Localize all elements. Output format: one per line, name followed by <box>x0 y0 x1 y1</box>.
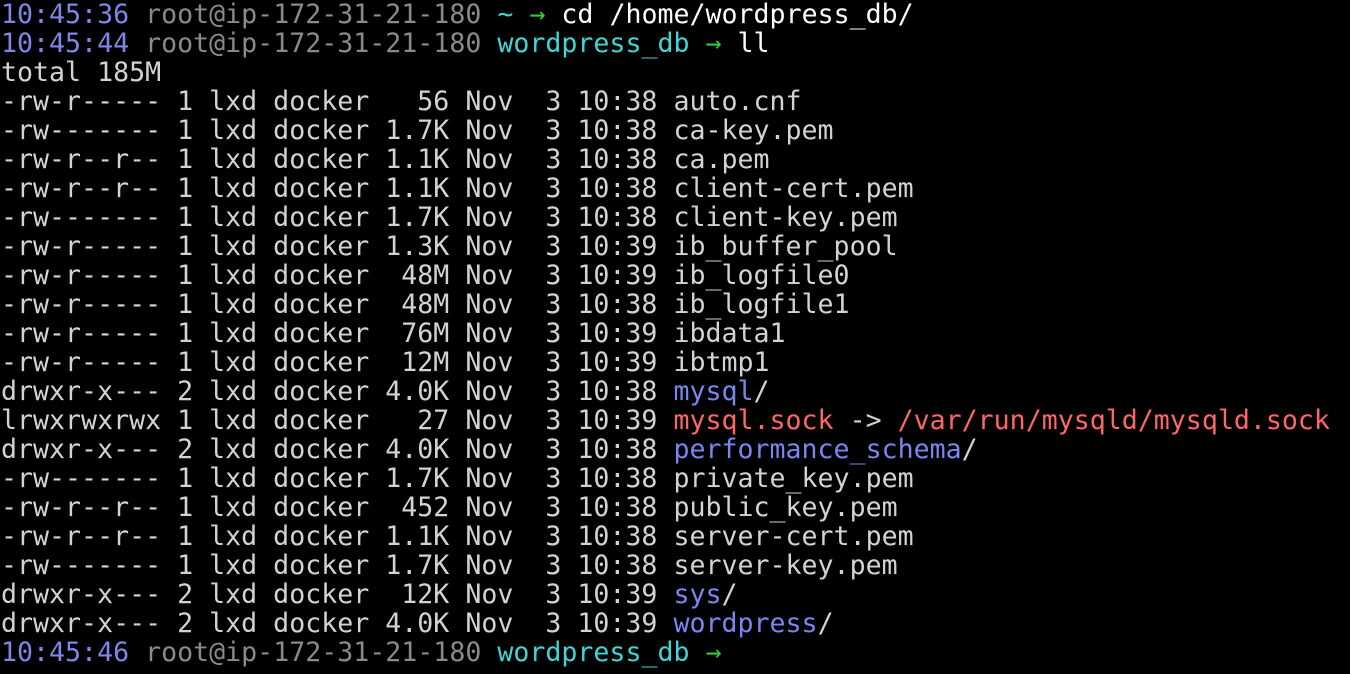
file-meta: -rw-r----- 1 lxd docker 76M Nov 3 10:39 <box>1 318 674 349</box>
listing-row: -rw-r----- 1 lxd docker 48M Nov 3 10:38 … <box>0 290 1350 319</box>
prompt-arrow-icon: → <box>705 637 722 668</box>
prompt-cwd: ~ <box>497 0 514 30</box>
file-meta: lrwxrwxrwx 1 lxd docker 27 Nov 3 10:39 <box>1 405 674 436</box>
listing-row: -rw-r--r-- 1 lxd docker 1.1K Nov 3 10:38… <box>0 174 1350 203</box>
terminal-window[interactable]: 10:45:36 root@ip-172-31-21-180 ~ → cd /h… <box>0 0 1350 674</box>
listing-row: drwxr-x--- 2 lxd docker 4.0K Nov 3 10:38… <box>0 377 1350 406</box>
file-name: ib_logfile0 <box>673 260 850 291</box>
file-name: public_key.pem <box>673 492 898 523</box>
listing-row: -rw------- 1 lxd docker 1.7K Nov 3 10:38… <box>0 116 1350 145</box>
listing-row: -rw------- 1 lxd docker 1.7K Nov 3 10:38… <box>0 203 1350 232</box>
directory-slash: / <box>753 376 770 407</box>
listing-row: -rw------- 1 lxd docker 1.7K Nov 3 10:38… <box>0 551 1350 580</box>
symlink-name: mysql.sock <box>673 405 834 436</box>
listing-row: -rw-r--r-- 1 lxd docker 1.1K Nov 3 10:38… <box>0 522 1350 551</box>
directory-name: sys <box>673 579 722 610</box>
file-name: ca.pem <box>673 144 770 175</box>
listing-row: drwxr-x--- 2 lxd docker 4.0K Nov 3 10:38… <box>0 435 1350 464</box>
file-meta: -rw------- 1 lxd docker 1.7K Nov 3 10:38 <box>1 202 674 233</box>
listing-row: lrwxrwxrwx 1 lxd docker 27 Nov 3 10:39 m… <box>0 406 1350 435</box>
file-name: ibtmp1 <box>673 347 770 378</box>
file-name: client-cert.pem <box>673 173 914 204</box>
directory-name: mysql <box>673 376 754 407</box>
file-meta: drwxr-x--- 2 lxd docker 12K Nov 3 10:39 <box>1 579 674 610</box>
symlink-arrow: -> <box>833 405 898 436</box>
file-name: server-key.pem <box>673 550 898 581</box>
prompt-cwd: wordpress_db <box>497 637 690 668</box>
file-meta: drwxr-x--- 2 lxd docker 4.0K Nov 3 10:38 <box>1 376 674 407</box>
listing-total: total 185M <box>1 57 162 88</box>
file-name: private_key.pem <box>673 463 914 494</box>
listing-row: -rw-r----- 1 lxd docker 76M Nov 3 10:39 … <box>0 319 1350 348</box>
listing-row: -rw-r----- 1 lxd docker 56 Nov 3 10:38 a… <box>0 87 1350 116</box>
file-meta: -rw-r----- 1 lxd docker 48M Nov 3 10:39 <box>1 260 674 291</box>
listing-row: -rw------- 1 lxd docker 1.7K Nov 3 10:38… <box>0 464 1350 493</box>
file-meta: -rw-r--r-- 1 lxd docker 452 Nov 3 10:38 <box>1 492 674 523</box>
file-meta: -rw-r--r-- 1 lxd docker 1.1K Nov 3 10:38 <box>1 521 674 552</box>
symlink-target: /var/run/mysqld/mysqld.sock <box>897 405 1330 436</box>
file-meta: -rw-r----- 1 lxd docker 1.3K Nov 3 10:39 <box>1 231 674 262</box>
file-name: ca-key.pem <box>673 115 834 146</box>
prompt-host: root@ip-172-31-21-180 <box>145 28 482 59</box>
file-name: ib_buffer_pool <box>673 231 898 262</box>
file-meta: -rw------- 1 lxd docker 1.7K Nov 3 10:38 <box>1 463 674 494</box>
file-name: ibdata1 <box>673 318 786 349</box>
prompt-command: ll <box>737 28 770 59</box>
file-meta: -rw-r--r-- 1 lxd docker 1.1K Nov 3 10:38 <box>1 173 674 204</box>
prompt-arrow-icon: → <box>705 28 722 59</box>
listing-row: -rw-r----- 1 lxd docker 12M Nov 3 10:39 … <box>0 348 1350 377</box>
directory-slash: / <box>817 608 834 639</box>
listing-row: -rw-r----- 1 lxd docker 1.3K Nov 3 10:39… <box>0 232 1350 261</box>
file-meta: drwxr-x--- 2 lxd docker 4.0K Nov 3 10:39 <box>1 608 674 639</box>
directory-listing: -rw-r----- 1 lxd docker 56 Nov 3 10:38 a… <box>0 87 1350 638</box>
directory-name: performance_schema <box>673 434 962 465</box>
prompt-time: 10:45:44 <box>1 28 130 59</box>
file-meta: -rw------- 1 lxd docker 1.7K Nov 3 10:38 <box>1 115 674 146</box>
prompt-line-active[interactable]: 10:45:46 root@ip-172-31-21-180 wordpress… <box>0 638 1350 667</box>
prompt-command: cd /home/wordpress_db/ <box>561 0 914 30</box>
file-meta: -rw-r----- 1 lxd docker 12M Nov 3 10:39 <box>1 347 674 378</box>
directory-name: wordpress <box>673 608 818 639</box>
file-name: client-key.pem <box>673 202 898 233</box>
file-name: server-cert.pem <box>673 521 914 552</box>
file-name: auto.cnf <box>673 86 802 117</box>
file-meta: -rw-r----- 1 lxd docker 56 Nov 3 10:38 <box>1 86 674 117</box>
file-meta: -rw------- 1 lxd docker 1.7K Nov 3 10:38 <box>1 550 674 581</box>
prompt-time: 10:45:36 <box>1 0 130 30</box>
directory-slash: / <box>961 434 978 465</box>
directory-slash: / <box>721 579 738 610</box>
listing-row: -rw-r----- 1 lxd docker 48M Nov 3 10:39 … <box>0 261 1350 290</box>
listing-row: drwxr-x--- 2 lxd docker 4.0K Nov 3 10:39… <box>0 609 1350 638</box>
listing-row: -rw-r--r-- 1 lxd docker 452 Nov 3 10:38 … <box>0 493 1350 522</box>
prompt-line: 10:45:44 root@ip-172-31-21-180 wordpress… <box>0 29 1350 58</box>
prompt-arrow-icon: → <box>529 0 546 30</box>
prompt-host: root@ip-172-31-21-180 <box>145 637 482 668</box>
file-meta: -rw-r--r-- 1 lxd docker 1.1K Nov 3 10:38 <box>1 144 674 175</box>
file-name: ib_logfile1 <box>673 289 850 320</box>
prompt-time: 10:45:46 <box>1 637 130 668</box>
file-meta: drwxr-x--- 2 lxd docker 4.0K Nov 3 10:38 <box>1 434 674 465</box>
listing-row: drwxr-x--- 2 lxd docker 12K Nov 3 10:39 … <box>0 580 1350 609</box>
prompt-host: root@ip-172-31-21-180 <box>145 0 482 30</box>
prompt-cwd: wordpress_db <box>497 28 690 59</box>
prompt-line: 10:45:36 root@ip-172-31-21-180 ~ → cd /h… <box>0 0 1350 29</box>
file-meta: -rw-r----- 1 lxd docker 48M Nov 3 10:38 <box>1 289 674 320</box>
listing-row: -rw-r--r-- 1 lxd docker 1.1K Nov 3 10:38… <box>0 145 1350 174</box>
